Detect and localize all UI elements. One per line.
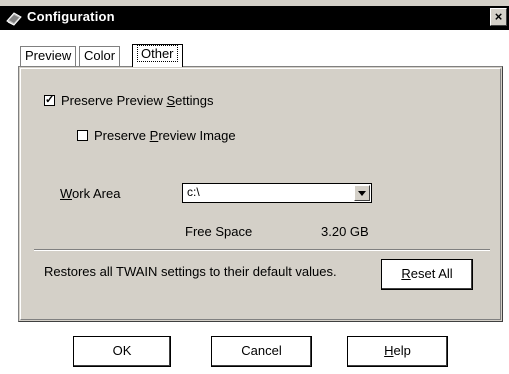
work-area-label: Work Area: [60, 186, 120, 201]
preserve-image-checkbox[interactable]: [77, 130, 88, 141]
tab-color[interactable]: Color: [79, 46, 121, 66]
preserve-image-label[interactable]: Preserve Preview Image: [94, 128, 236, 143]
tab-other-label: Other: [137, 45, 178, 62]
reset-all-mnemonic: R: [401, 266, 411, 281]
tab-color-label: Color: [84, 48, 116, 63]
separator: [34, 249, 490, 251]
preserve-settings-label[interactable]: Preserve Preview Settings: [61, 93, 213, 108]
tab-other[interactable]: Other: [132, 44, 183, 67]
free-space-label: Free Space: [185, 224, 253, 239]
configuration-window: Configuration × Preview Color Other ✓ Pr…: [0, 0, 509, 374]
help-mnemonic: H: [384, 343, 394, 358]
work-area-dropdown-button[interactable]: [354, 185, 370, 201]
title-bar[interactable]: Configuration ×: [0, 6, 509, 30]
checkmark-icon: ✓: [45, 94, 55, 106]
tab-preview-label: Preview: [25, 48, 72, 63]
ok-button[interactable]: OK: [73, 336, 171, 367]
preserve-settings-label-pre: Preserve Preview: [61, 93, 167, 108]
help-button[interactable]: Help: [347, 336, 448, 367]
work-area-label-mnemonic: W: [60, 186, 73, 201]
window-title: Configuration: [27, 9, 115, 24]
cancel-button[interactable]: Cancel: [211, 336, 312, 367]
preserve-image-label-mnemonic: P: [149, 128, 159, 143]
work-area-value: c:\: [187, 185, 200, 199]
free-space-value: 3.20 GB: [321, 224, 369, 239]
tab-preview[interactable]: Preview: [20, 46, 77, 66]
preserve-settings-checkbox[interactable]: ✓: [44, 95, 55, 106]
preserve-image-label-post: review Image: [158, 128, 236, 143]
help-label: elp: [393, 343, 411, 358]
scanner-icon: [6, 12, 22, 26]
reset-all-label: eset All: [410, 266, 453, 281]
reset-all-button[interactable]: Reset All: [381, 259, 473, 290]
preserve-settings-label-mnemonic: S: [166, 93, 176, 108]
work-area-select[interactable]: c:\: [182, 183, 372, 203]
preserve-image-label-pre: Preserve: [94, 128, 150, 143]
work-area-label-post: ork Area: [72, 186, 121, 201]
close-button[interactable]: ×: [490, 8, 507, 26]
preserve-settings-label-post: ettings: [175, 93, 214, 108]
chevron-down-icon: [358, 191, 366, 196]
reset-description: Restores all TWAIN settings to their def…: [44, 264, 337, 279]
